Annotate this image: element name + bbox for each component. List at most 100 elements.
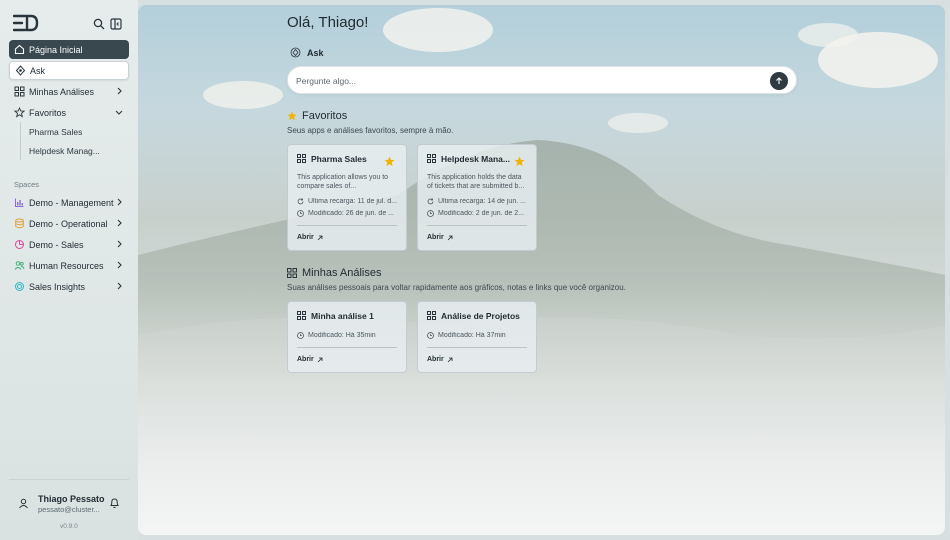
card-title: Análise de Projetos (441, 311, 520, 321)
analysis-card-analise-de-projetos[interactable]: Análise de Projetos Modificado: Há 37min… (417, 301, 537, 373)
sidebar-space-demo-sales[interactable]: Demo - Sales (9, 235, 129, 254)
send-button[interactable] (770, 72, 788, 90)
card-modified: Modificado: 2 de jun. de 2... (427, 210, 527, 217)
sidebar-item-label: Minhas Análises (29, 86, 95, 97)
card-modified: Modificado: Há 35min (297, 332, 397, 339)
sidebar-item-label: Sales Insights (29, 281, 86, 292)
arrow-up-right-icon (447, 357, 453, 362)
arrow-up-right-icon (317, 357, 323, 362)
card-divider (427, 225, 527, 226)
card-modified-text: Modificado: 26 de jun. de ... (308, 210, 394, 217)
star-filled-icon[interactable] (514, 156, 525, 167)
grid-icon (297, 154, 306, 163)
clock-icon (427, 210, 434, 217)
chevron-right-icon (117, 198, 122, 206)
sidebar-item-favoritos[interactable]: Favoritos (9, 103, 129, 122)
chevron-right-icon (117, 261, 122, 269)
card-title: Pharma Sales (311, 154, 367, 164)
star-icon (287, 111, 297, 121)
collapse-sidebar-icon[interactable] (110, 18, 122, 30)
open-label: Abrir (297, 356, 314, 363)
user-icon[interactable] (18, 498, 29, 509)
grid-icon (297, 311, 306, 320)
chevron-right-icon (117, 87, 122, 95)
ask-section-label: Ask (290, 47, 324, 58)
sidebar-item-label: Ask (30, 65, 46, 76)
sidebar: Página Inicial Ask Minhas Análises Favor… (0, 0, 138, 540)
app-version: v0.9.0 (60, 523, 78, 530)
user-name[interactable]: Thiago Pessato (38, 494, 105, 504)
open-label: Abrir (297, 234, 314, 241)
user-email: pessato@cluster... (38, 505, 100, 514)
open-label: Abrir (427, 356, 444, 363)
card-reload: Última recarga: 14 de jun. ... (427, 198, 527, 205)
arrow-up-icon (776, 77, 782, 84)
main-content: Olá, Thiago! Ask Favoritos Seus apps e a… (138, 5, 945, 535)
analyses-section-title: Minhas Análises (287, 267, 382, 279)
sidebar-space-demo-management[interactable]: Demo - Management (9, 193, 129, 212)
sidebar-space-sales-insights[interactable]: Sales Insights (9, 277, 129, 296)
card-description: This application holds the data of ticke… (427, 174, 525, 190)
sidebar-item-label: Demo - Sales (29, 239, 84, 250)
star-icon (14, 107, 25, 118)
database-icon (15, 218, 24, 229)
sidebar-item-label: Human Resources (29, 260, 104, 271)
sidebar-item-home[interactable]: Página Inicial (9, 40, 129, 59)
grid-icon (287, 268, 297, 278)
ask-icon (290, 47, 301, 58)
sidebar-favorite-helpdesk[interactable]: Helpdesk Manag... (29, 146, 100, 156)
chevron-right-icon (117, 240, 122, 248)
bar-chart-icon (15, 198, 24, 207)
card-reload: Última recarga: 11 de jul. d... (297, 198, 397, 205)
chevron-right-icon (117, 219, 122, 227)
chevron-right-icon (117, 282, 122, 290)
card-reload-text: Última recarga: 11 de jul. d... (308, 198, 397, 205)
refresh-icon (427, 198, 434, 205)
card-title: Helpdesk Mana... (441, 154, 510, 164)
spaces-label: Spaces (14, 180, 40, 189)
favorite-card-helpdesk[interactable]: Helpdesk Mana... This application holds … (417, 144, 537, 251)
star-filled-icon[interactable] (384, 156, 395, 167)
logo-icon[interactable] (13, 14, 39, 32)
open-button[interactable]: Abrir (427, 234, 453, 241)
open-label: Abrir (427, 234, 444, 241)
analysis-card-minha-analise-1[interactable]: Minha análise 1 Modificado: Há 35min Abr… (287, 301, 407, 373)
chevron-down-icon (115, 110, 123, 115)
sidebar-divider (9, 479, 129, 480)
sidebar-item-label: Favoritos (29, 107, 67, 118)
page-title: Olá, Thiago! (287, 14, 369, 31)
sidebar-item-minhas-analises[interactable]: Minhas Análises (9, 82, 129, 101)
bell-icon[interactable] (109, 497, 120, 509)
ask-box (287, 66, 797, 94)
ask-input[interactable] (296, 73, 756, 89)
clock-icon (297, 332, 304, 339)
card-title: Minha análise 1 (311, 311, 374, 321)
sidebar-space-demo-operational[interactable]: Demo - Operational (9, 214, 129, 233)
refresh-icon (297, 198, 304, 205)
card-reload-text: Última recarga: 14 de jun. ... (438, 198, 526, 205)
sidebar-item-label: Página Inicial (29, 44, 83, 55)
grid-icon (427, 154, 436, 163)
favorites-section-title: Favoritos (287, 110, 347, 122)
sidebar-space-human-resources[interactable]: Human Resources (9, 256, 129, 275)
card-modified: Modificado: 26 de jun. de ... (297, 210, 397, 217)
home-icon (14, 44, 25, 55)
search-icon[interactable] (93, 18, 105, 30)
grid-icon (14, 86, 25, 97)
card-description: This application allows you to compare s… (297, 174, 389, 190)
favorites-description: Seus apps e análises favoritos, sempre à… (287, 126, 454, 135)
card-modified-text: Modificado: Há 37min (438, 332, 506, 339)
users-icon (14, 261, 25, 270)
open-button[interactable]: Abrir (297, 234, 323, 241)
card-modified: Modificado: Há 37min (427, 332, 527, 339)
grid-icon (427, 311, 436, 320)
open-button[interactable]: Abrir (297, 356, 323, 363)
card-modified-text: Modificado: Há 35min (308, 332, 376, 339)
open-button[interactable]: Abrir (427, 356, 453, 363)
sidebar-favorite-pharma-sales[interactable]: Pharma Sales (29, 127, 82, 137)
sidebar-item-ask[interactable]: Ask (9, 61, 129, 80)
favorites-tree-line (20, 122, 21, 160)
favorite-card-pharma-sales[interactable]: Pharma Sales This application allows you… (287, 144, 407, 251)
target-icon (15, 282, 24, 291)
card-divider (297, 225, 397, 226)
